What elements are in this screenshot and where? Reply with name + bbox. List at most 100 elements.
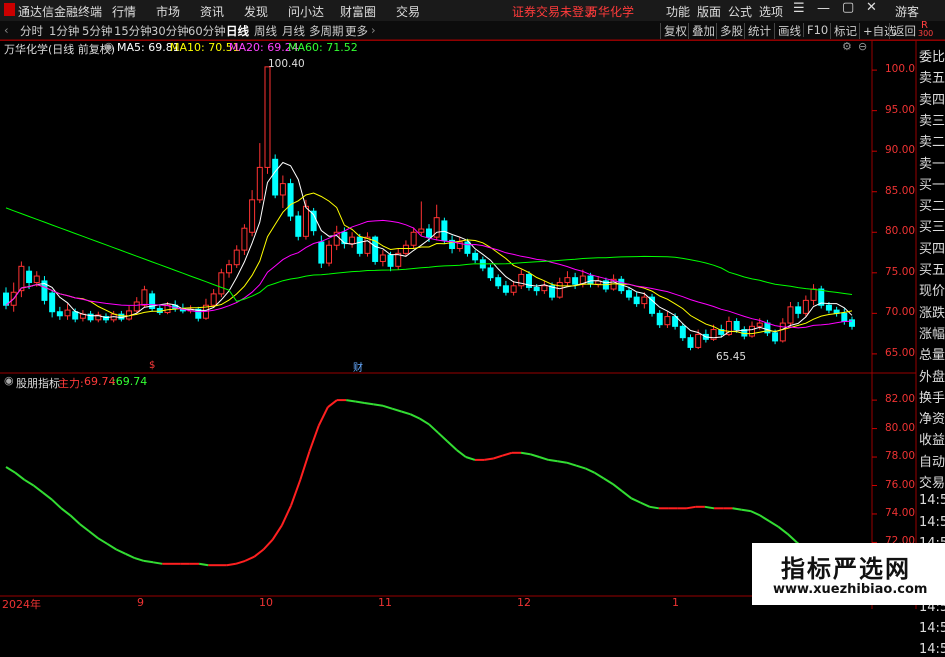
indicator-tick-label: 74.00 [885, 506, 916, 519]
indicator-segment [42, 491, 53, 501]
candle-body [787, 306, 794, 324]
indicator-segment [612, 483, 623, 492]
side-panel-item[interactable]: 涨跌 [919, 302, 945, 321]
indicator-segment [768, 520, 779, 528]
x-label-2024: 2024年 [2, 598, 41, 611]
side-panel-item[interactable]: 卖五 [919, 67, 945, 86]
indicator-segment [548, 458, 558, 463]
candle-body [287, 183, 294, 217]
candle-body [279, 183, 286, 196]
candle-body [249, 199, 256, 233]
indicator-segment [704, 505, 715, 510]
side-panel-item[interactable]: 买五 [919, 259, 945, 278]
side-panel-item[interactable]: 14:56 [919, 493, 945, 508]
side-panel-item[interactable]: 卖四 [919, 89, 945, 108]
dividend-marker[interactable]: $ [149, 360, 155, 371]
indicator-segment [575, 464, 586, 470]
indicator-segment [280, 504, 293, 526]
candle-body [256, 166, 263, 201]
x-label-jan: 1 [672, 596, 679, 609]
side-panel-item[interactable]: 卖一 [919, 153, 945, 172]
indicator-segment [502, 451, 513, 457]
candle-body [825, 304, 832, 311]
price-tick-label: 95.00 [885, 103, 916, 116]
indicator-segment [78, 523, 90, 532]
indicator-segment [226, 562, 237, 567]
price-tick-label: 70.00 [885, 306, 916, 319]
candle-body [72, 311, 79, 320]
indicator-segment [253, 548, 265, 558]
price-tick-label: 90.00 [885, 144, 916, 157]
side-panel-item[interactable]: 买二 [919, 195, 945, 214]
side-panel-item[interactable]: 委比 [919, 46, 945, 65]
indicator-segment [584, 467, 595, 474]
watermark-title: 指标严选网 [781, 555, 911, 583]
indicator-segment [198, 562, 209, 567]
side-panel-item[interactable]: 买四 [919, 238, 945, 257]
indicator-segment [640, 501, 651, 508]
side-panel-item[interactable]: 收益 [919, 429, 945, 448]
indicator-segment [484, 457, 494, 461]
side-panel-item[interactable]: 总量 [919, 344, 945, 363]
candle-body [841, 312, 848, 322]
side-panel-item[interactable]: 买三 [919, 216, 945, 235]
side-panel-item[interactable]: 外盘 [919, 366, 945, 385]
indicator-segment [603, 477, 614, 485]
candle-body [556, 282, 563, 298]
candle-body [387, 254, 394, 267]
candle-body [564, 277, 571, 284]
candle-body [464, 241, 471, 254]
indicator-segment [355, 400, 365, 404]
candle-body [749, 325, 756, 337]
indicator-segment [493, 454, 503, 460]
side-panel-item[interactable]: 现价 [919, 280, 945, 299]
indicator-segment [410, 413, 421, 420]
candle-body [649, 296, 656, 314]
indicator-segment [777, 526, 789, 535]
side-panel-item[interactable]: 自动 [919, 451, 945, 470]
candle-body [441, 220, 448, 241]
side-panel-item[interactable]: 净资 [919, 408, 945, 427]
side-panel-item[interactable]: 14:56 [919, 515, 945, 530]
watermark-logo: 指标严选网 www.xuezhibiao.com [752, 543, 945, 605]
indicator-segment [401, 410, 411, 416]
price-tick-label: 65.00 [885, 346, 916, 359]
indicator-segment [134, 557, 145, 562]
side-panel-item[interactable]: 涨幅 [919, 323, 945, 342]
indicator-segment [428, 423, 439, 434]
indicator-segment [593, 471, 605, 480]
indicator-segment [437, 432, 449, 443]
candle-body [410, 231, 417, 246]
side-panel-item[interactable]: 14:56 [919, 642, 945, 657]
candle-body [495, 277, 502, 287]
side-panel-item[interactable]: 卖三 [919, 110, 945, 129]
indicator-segment [106, 542, 117, 551]
indicator-segment [125, 552, 136, 560]
side-panel-item[interactable]: 交易 [919, 472, 945, 491]
indicator-segment [51, 498, 62, 510]
candle-body [795, 306, 802, 314]
side-panel-item[interactable]: 14:56 [919, 621, 945, 636]
indicator-tick-label: 76.00 [885, 478, 916, 491]
indicator-segment [419, 417, 430, 426]
indicator-segment [271, 524, 283, 541]
candle-body [218, 272, 225, 295]
candle-body [502, 285, 509, 293]
price-chart[interactable] [0, 0, 945, 609]
candle-body [302, 205, 309, 237]
x-label-nov: 11 [378, 596, 392, 609]
candle-body [133, 301, 140, 312]
indicator-segment [317, 406, 329, 427]
indicator-segment [308, 425, 320, 452]
indicator-segment [465, 456, 476, 461]
candle-body [641, 296, 648, 305]
side-panel-item[interactable]: 买一 [919, 174, 945, 193]
finance-marker[interactable]: 财 [353, 359, 363, 374]
side-panel-item[interactable]: 换手 [919, 387, 945, 406]
side-panel-item[interactable]: 卖二 [919, 131, 945, 150]
price-tick-label: 80.00 [885, 225, 916, 238]
candle-body [379, 254, 386, 262]
candle-body [241, 227, 248, 251]
indicator-segment [391, 407, 402, 413]
candle-body [472, 252, 479, 261]
